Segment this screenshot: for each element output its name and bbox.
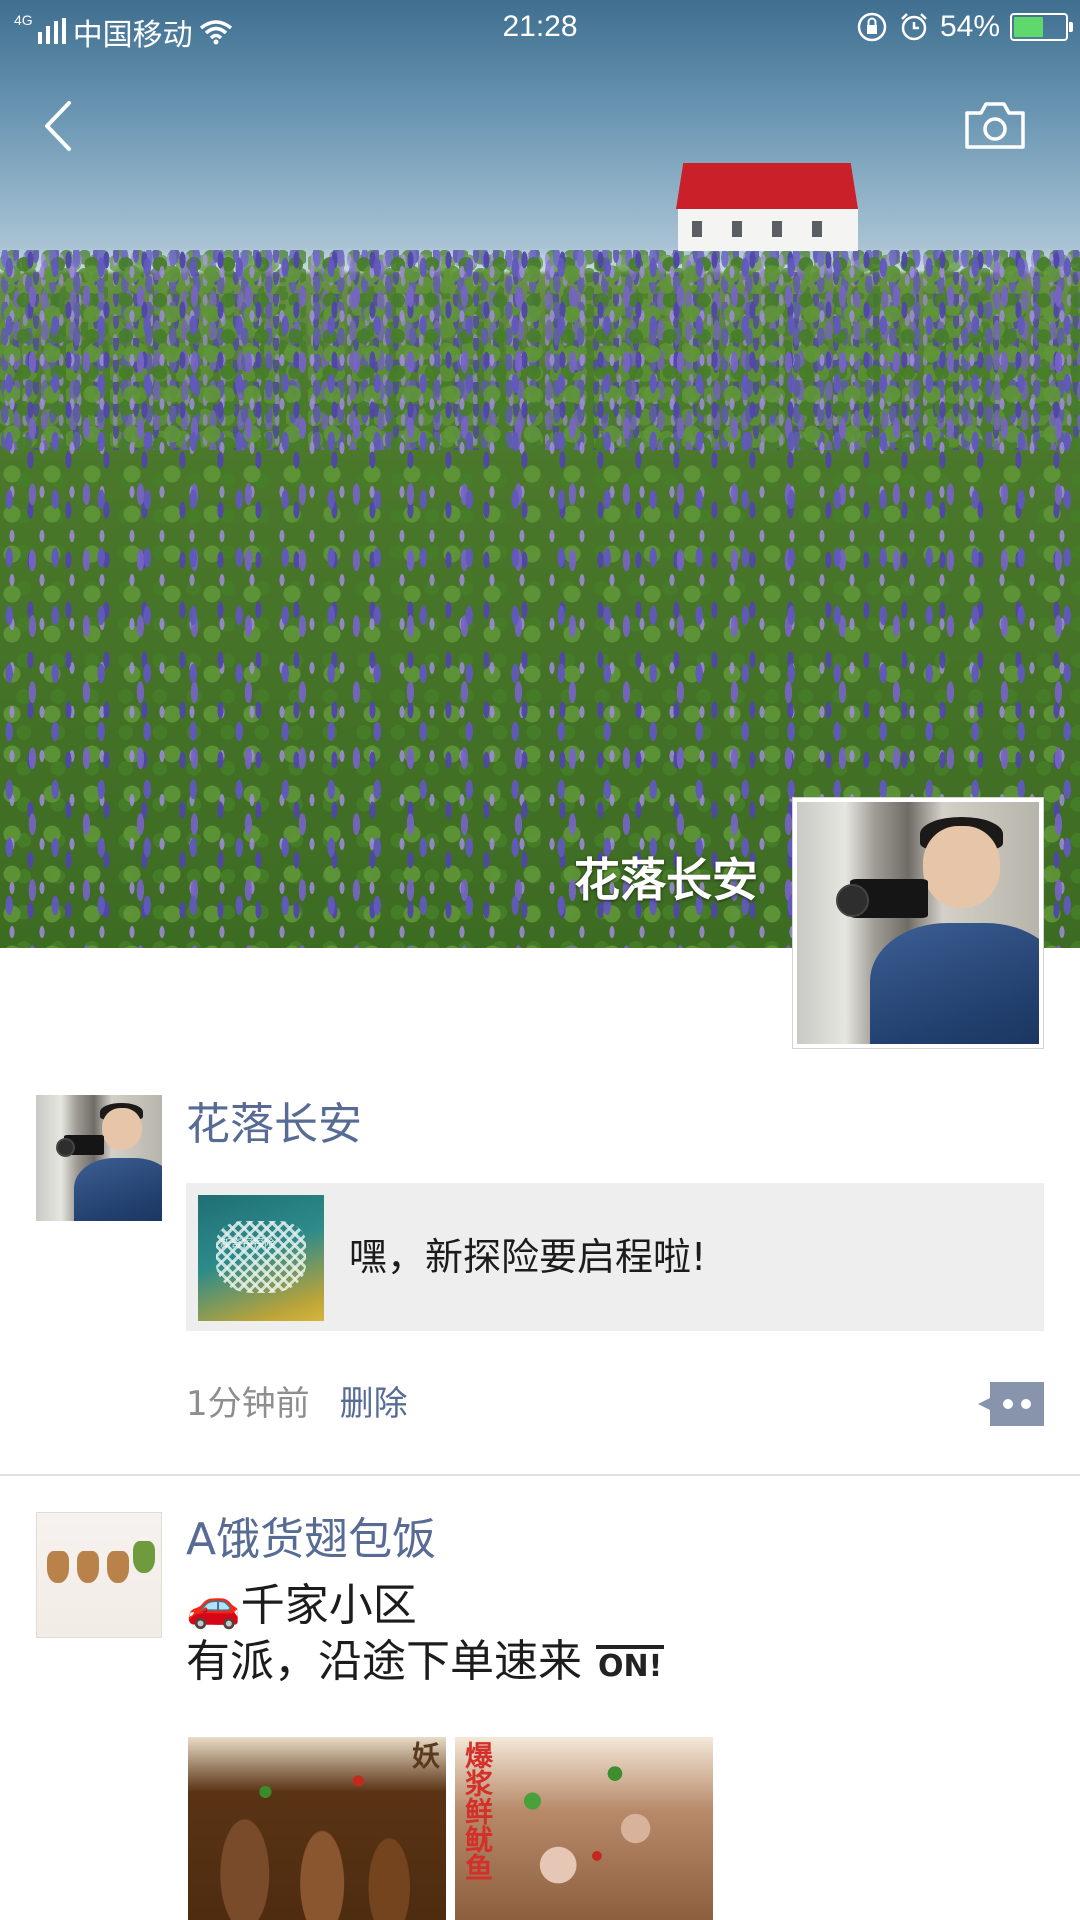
post-username[interactable]: A饿货翅包饭 [186, 1510, 436, 1570]
battery-icon [1010, 13, 1073, 41]
back-icon [45, 101, 71, 151]
profile-avatar-photo [797, 802, 1039, 1044]
avatar[interactable] [36, 1512, 162, 1638]
post-meta: 1分钟前 删除 [186, 1381, 408, 1427]
cover-house [672, 163, 864, 253]
moment-post: A饿货翅包饭 🚗千家小区 有派，沿途下单速来 ON! 妖 爆浆鲜鱿鱼 [0, 1512, 1080, 1920]
post-divider [0, 1474, 1080, 1476]
post-text: 千家小区 [240, 1580, 417, 1631]
post-text-line: 有派，沿途下单速来 ON! [186, 1634, 665, 1695]
profile-avatar[interactable] [792, 797, 1044, 1049]
back-button[interactable] [30, 92, 86, 160]
shared-link-thumbnail: 新奇探探险 [198, 1195, 324, 1321]
post-username[interactable]: 花落长安 [186, 1095, 362, 1155]
image-label: 爆浆鲜鱿鱼 [461, 1741, 494, 1881]
post-image[interactable]: 妖 [188, 1737, 446, 1920]
shared-link-card[interactable]: 新奇探探险 嘿，新探险要启程啦! [186, 1183, 1044, 1331]
rotation-lock-icon [857, 12, 887, 42]
delete-link[interactable]: 删除 [340, 1381, 408, 1427]
shared-link-title: 嘿，新探险要启程啦! [349, 1235, 707, 1279]
camera-button[interactable] [960, 94, 1030, 156]
battery-percent: 54% [939, 10, 1000, 43]
post-time: 1分钟前 [186, 1384, 310, 1424]
avatar-shop-image [36, 1512, 162, 1638]
post-text: 有派，沿途下单速来 [186, 1636, 582, 1687]
avatar[interactable] [36, 1095, 162, 1221]
status-bar: 4G 中国移动 21:28 54% [0, 0, 1080, 56]
car-emoji: 🚗 [186, 1580, 241, 1631]
profile-name: 花落长安 [574, 853, 758, 907]
avatar-photo [36, 1095, 162, 1221]
thumbnail-logo-text: 新奇探探险 [220, 1237, 275, 1250]
post-text-line: 🚗千家小区 [186, 1578, 417, 1634]
comment-more-button[interactable] [978, 1382, 1044, 1426]
post-image[interactable]: 爆浆鲜鱿鱼 [455, 1737, 713, 1920]
comment-more-icon [978, 1382, 1044, 1426]
moment-post: 花落长安 新奇探探险 嘿，新探险要启程啦! 1分钟前 删除 [0, 1095, 1080, 1474]
on-arrow-emoji: ON! [596, 1645, 665, 1684]
alarm-icon [901, 13, 927, 41]
camera-icon [965, 102, 1025, 149]
image-label: 妖 [408, 1741, 441, 1769]
